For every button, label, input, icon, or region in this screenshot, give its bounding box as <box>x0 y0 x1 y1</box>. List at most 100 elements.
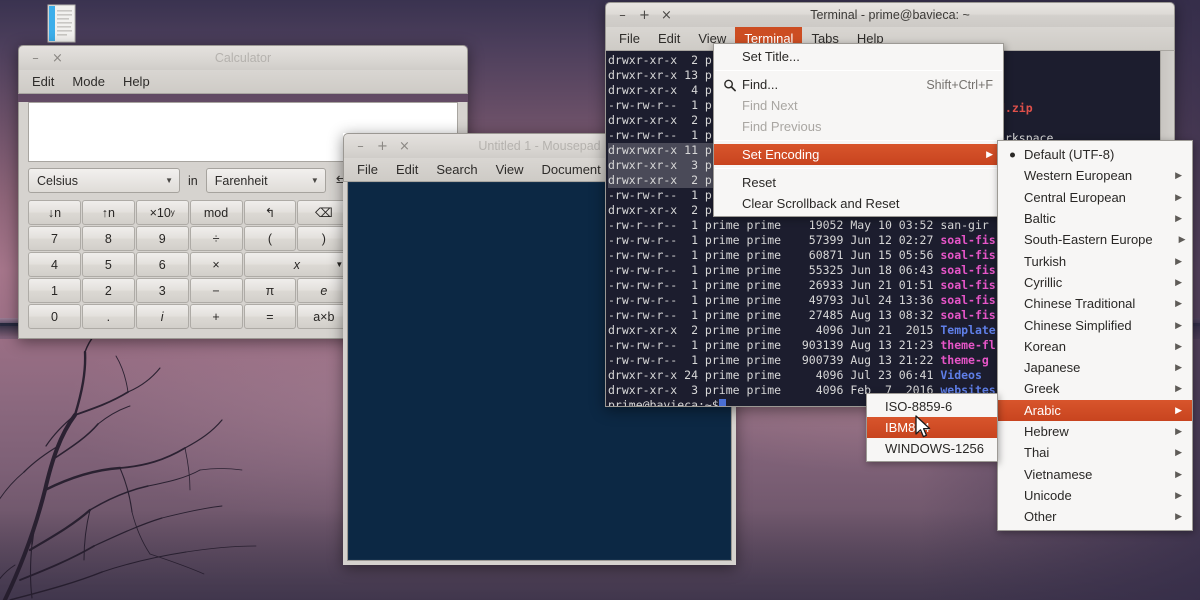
encoding-item-japanese[interactable]: Japanese ▶ <box>998 357 1192 378</box>
encoding-item-korean[interactable]: Korean ▶ <box>998 336 1192 357</box>
menu-item-label: WINDOWS-1256 <box>885 441 984 456</box>
mouse-cursor <box>915 415 933 441</box>
menu-item-label: Western European <box>1024 168 1132 183</box>
menu-item-label: ISO-8859-6 <box>885 399 952 414</box>
arabic-item-windows-1256[interactable]: WINDOWS-1256 <box>867 438 997 459</box>
chevron-right-icon: ▶ <box>1149 170 1182 181</box>
key-decimal-point[interactable]: . <box>82 304 135 329</box>
terminal-title: Terminal - prime@bavieca: ~ <box>606 8 1174 22</box>
menu-item-label: Hebrew <box>1024 424 1069 439</box>
key-plus[interactable]: + <box>190 304 243 329</box>
menu-item-find-next: Find Next <box>714 95 1003 116</box>
menu-item-clear-scrollback-and-reset[interactable]: Clear Scrollback and Reset <box>714 193 1003 214</box>
chevron-right-icon: ▶ <box>1149 362 1182 373</box>
menu-item-label: Arabic <box>1024 403 1061 418</box>
encoding-item-vietnamese[interactable]: Vietnamese ▶ <box>998 463 1192 484</box>
encoding-item-cyrillic[interactable]: Cyrillic ▶ <box>998 272 1192 293</box>
maximize-icon[interactable]: + <box>376 140 389 153</box>
minimize-icon[interactable]: – <box>616 9 629 22</box>
key-2[interactable]: 2 <box>82 278 135 303</box>
menu-file[interactable]: File <box>348 158 387 181</box>
key-variable-x[interactable]: x ▼ <box>244 252 351 277</box>
key-3[interactable]: 3 <box>136 278 189 303</box>
chevron-right-icon: ▶ <box>1149 405 1182 416</box>
key-open-paren[interactable]: ( <box>244 226 297 251</box>
encoding-item-baltic[interactable]: Baltic ▶ <box>998 208 1192 229</box>
key-6[interactable]: 6 <box>136 252 189 277</box>
key-mod[interactable]: mod <box>190 200 243 225</box>
menu-mode[interactable]: Mode <box>63 70 114 93</box>
encoding-item-other[interactable]: Other ▶ <box>998 506 1192 527</box>
key-7[interactable]: 7 <box>28 226 81 251</box>
menu-document[interactable]: Document <box>533 158 610 181</box>
key-multiply[interactable]: × <box>190 252 243 277</box>
menu-help[interactable]: Help <box>114 70 159 93</box>
encoding-item-chinese-simplified[interactable]: Chinese Simplified ▶ <box>998 314 1192 335</box>
key-0[interactable]: 0 <box>28 304 81 329</box>
terminal-dropdown-menu[interactable]: Set Title... Find... Shift+Ctrl+F Find N… <box>713 43 1004 217</box>
maximize-icon[interactable]: + <box>638 9 651 22</box>
menu-item-reset[interactable]: Reset <box>714 172 1003 193</box>
close-icon[interactable]: × <box>660 9 673 22</box>
key-pi[interactable]: π <box>244 278 297 303</box>
menu-item-find[interactable]: Find... Shift+Ctrl+F <box>714 74 1003 95</box>
menu-edit[interactable]: Edit <box>387 158 427 181</box>
encoding-item-greek[interactable]: Greek ▶ <box>998 378 1192 399</box>
menu-file[interactable]: File <box>610 27 649 50</box>
encoding-item-arabic[interactable]: Arabic ▶ <box>998 400 1192 421</box>
menu-item-set-title[interactable]: Set Title... <box>714 46 1003 67</box>
key-1[interactable]: 1 <box>28 278 81 303</box>
terminal-titlebar[interactable]: – + × Terminal - prime@bavieca: ~ <box>605 2 1175 27</box>
menu-item-label: Central European <box>1024 190 1126 205</box>
encoding-item-thai[interactable]: Thai ▶ <box>998 442 1192 463</box>
encoding-item-turkish[interactable]: Turkish ▶ <box>998 250 1192 271</box>
key-subscript-n[interactable]: ↓n <box>28 200 81 225</box>
chevron-down-icon: ▼ <box>165 176 173 185</box>
menu-edit[interactable]: Edit <box>649 27 689 50</box>
menu-item-label: Turkish <box>1024 254 1066 269</box>
key-5[interactable]: 5 <box>82 252 135 277</box>
key-times-ten-power[interactable]: ×10y <box>136 200 189 225</box>
key-4[interactable]: 4 <box>28 252 81 277</box>
desktop-icon-document[interactable] <box>44 2 80 46</box>
menu-item-label: Thai <box>1024 445 1049 460</box>
chevron-right-icon: ▶ <box>1149 447 1182 458</box>
encoding-item-chinese-traditional[interactable]: Chinese Traditional ▶ <box>998 293 1192 314</box>
menu-edit[interactable]: Edit <box>23 70 63 93</box>
chevron-right-icon: ▶ <box>1149 490 1182 501</box>
menu-item-label: Chinese Simplified <box>1024 318 1132 333</box>
key-equals[interactable]: = <box>244 304 297 329</box>
menu-item-label: Unicode <box>1024 488 1072 503</box>
encoding-item-south-eastern-europe[interactable]: South-Eastern Europe ▶ <box>998 229 1192 250</box>
menu-item-label: Vietnamese <box>1024 467 1092 482</box>
encoding-submenu[interactable]: Default (UTF-8) Western European ▶ Centr… <box>997 140 1193 531</box>
key-minus[interactable]: − <box>190 278 243 303</box>
encoding-item-default-utf8[interactable]: Default (UTF-8) <box>998 144 1192 165</box>
key-9[interactable]: 9 <box>136 226 189 251</box>
encoding-item-western-european[interactable]: Western European ▶ <box>998 165 1192 186</box>
close-icon[interactable]: × <box>51 52 64 65</box>
conversion-to-select[interactable]: Farenheit ▼ <box>206 168 326 193</box>
calculator-window-buttons: – × <box>19 52 64 65</box>
key-8[interactable]: 8 <box>82 226 135 251</box>
calculator-menubar[interactable]: Edit Mode Help <box>18 70 468 94</box>
key-divide[interactable]: ÷ <box>190 226 243 251</box>
menu-item-label: Chinese Traditional <box>1024 296 1135 311</box>
key-superscript-n[interactable]: ↑n <box>82 200 135 225</box>
minimize-icon[interactable]: – <box>29 52 42 65</box>
close-icon[interactable]: × <box>398 140 411 153</box>
chevron-down-icon: ▼ <box>311 176 319 185</box>
key-imaginary-i[interactable]: i <box>136 304 189 329</box>
encoding-item-hebrew[interactable]: Hebrew ▶ <box>998 421 1192 442</box>
menu-view[interactable]: View <box>487 158 533 181</box>
undo-icon[interactable]: ↰ <box>244 200 297 225</box>
encoding-item-central-european[interactable]: Central European ▶ <box>998 187 1192 208</box>
menu-item-set-encoding[interactable]: Set Encoding ▶ <box>714 144 1003 165</box>
conversion-from-select[interactable]: Celsius ▼ <box>28 168 180 193</box>
minimize-icon[interactable]: – <box>354 140 367 153</box>
menu-search[interactable]: Search <box>427 158 486 181</box>
calculator-titlebar[interactable]: – × Calculator <box>18 45 468 70</box>
encoding-item-unicode[interactable]: Unicode ▶ <box>998 485 1192 506</box>
terminal-prompt: prime@bavieca:~$ <box>608 398 719 407</box>
arabic-item-iso-8859-6[interactable]: ISO-8859-6 <box>867 396 997 417</box>
